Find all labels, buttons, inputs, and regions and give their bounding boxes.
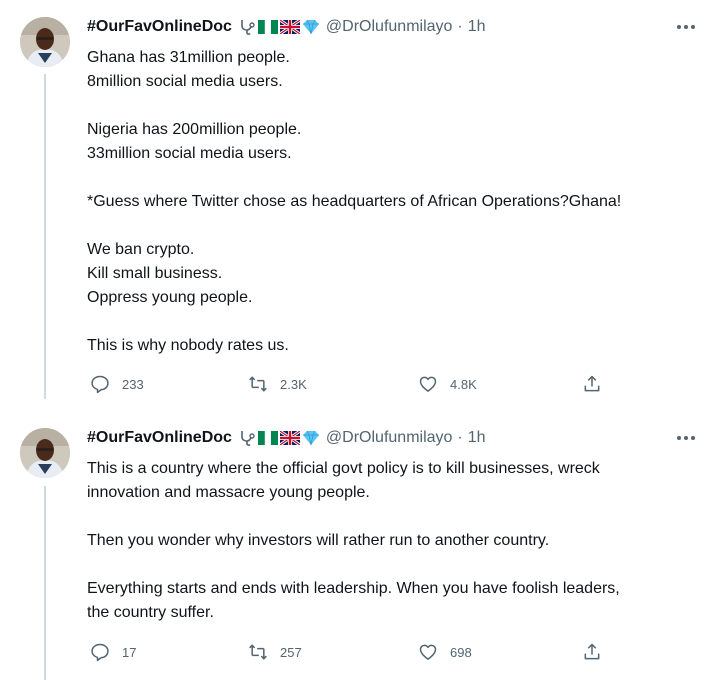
- like-button[interactable]: 698: [418, 642, 472, 662]
- retweet-icon: [249, 376, 267, 392]
- handle[interactable]: @DrOlufunmilayo: [326, 429, 453, 447]
- reply-icon: [91, 375, 109, 394]
- text-line: This is why nobody rates us.: [87, 337, 289, 354]
- avatar[interactable]: [20, 428, 70, 478]
- text-line: This is a country where the official gov…: [87, 460, 600, 477]
- thread-line-2: [44, 486, 46, 680]
- text-line: Ghana has 31million people.: [87, 49, 290, 66]
- gem-icon: [302, 430, 319, 446]
- timestamp[interactable]: 1h: [468, 429, 486, 447]
- share-button[interactable]: [582, 642, 614, 662]
- tweet-text: This is a country where the official gov…: [87, 457, 697, 625]
- tweet-text: Ghana has 31million people. 8million soc…: [87, 46, 697, 358]
- more-options-icon[interactable]: [674, 428, 698, 448]
- uk-flag-icon: [279, 431, 300, 445]
- text-line: the country suffer.: [87, 604, 214, 621]
- more-options-icon[interactable]: [674, 17, 698, 37]
- action-bar: 17 257 698: [90, 642, 610, 664]
- text-line: Everything starts and ends with leadersh…: [87, 580, 620, 597]
- reply-button[interactable]: 233: [90, 374, 144, 394]
- reply-icon: [91, 643, 109, 662]
- stethoscope-emoji-icon: [241, 431, 255, 446]
- text-line: 8million social media users.: [87, 73, 283, 90]
- text-line: innovation and massacre young people.: [87, 484, 370, 501]
- text-line: Then you wonder why investors will rathe…: [87, 532, 550, 549]
- separator-dot: ·: [457, 429, 463, 446]
- avatar-photo: [20, 428, 70, 478]
- text-line: Oppress young people.: [87, 289, 253, 306]
- name-badges: [238, 429, 320, 447]
- like-count: 4.8K: [450, 376, 477, 392]
- reply-button[interactable]: 17: [90, 642, 136, 662]
- tweet-header: #OurFavOnlineDoc @DrOlufunmilayo · 1h: [87, 15, 486, 39]
- tweet-header: #OurFavOnlineDoc @DrOlufunmilayo · 1h: [87, 426, 486, 450]
- text-line: Kill small business.: [87, 265, 223, 282]
- retweet-icon: [249, 644, 267, 660]
- heart-icon: [419, 644, 437, 660]
- gem-icon: [302, 19, 319, 35]
- text-line: We ban crypto.: [87, 241, 195, 258]
- stethoscope-emoji-icon: [241, 20, 255, 35]
- reply-count: 233: [122, 376, 144, 392]
- retweet-button[interactable]: 2.3K: [248, 374, 307, 394]
- like-count: 698: [450, 644, 472, 660]
- display-name[interactable]: #OurFavOnlineDoc: [87, 18, 232, 36]
- share-button[interactable]: [582, 374, 614, 394]
- share-icon: [584, 643, 600, 660]
- reply-count: 17: [122, 644, 137, 660]
- retweet-count: 2.3K: [280, 376, 307, 392]
- uk-flag-icon: [279, 20, 300, 34]
- retweet-button[interactable]: 257: [248, 642, 302, 662]
- action-bar: 233 2.3K 4.8K: [90, 374, 610, 396]
- share-icon: [584, 375, 600, 392]
- separator-dot: ·: [457, 18, 463, 35]
- nigeria-flag-icon: [257, 20, 278, 34]
- retweet-count: 257: [280, 644, 302, 660]
- text-line: *Guess where Twitter chose as headquarte…: [87, 193, 622, 210]
- handle[interactable]: @DrOlufunmilayo: [326, 18, 453, 36]
- text-line: Nigeria has 200million people.: [87, 121, 302, 138]
- display-name[interactable]: #OurFavOnlineDoc: [87, 429, 232, 447]
- name-badges: [238, 18, 320, 36]
- text-line: 33million social media users.: [87, 145, 292, 162]
- avatar[interactable]: [20, 17, 70, 67]
- heart-icon: [419, 376, 437, 392]
- like-button[interactable]: 4.8K: [418, 374, 477, 394]
- avatar-photo: [20, 17, 70, 67]
- nigeria-flag-icon: [257, 431, 278, 445]
- thread-line-1: [44, 74, 46, 399]
- timestamp[interactable]: 1h: [468, 18, 486, 36]
